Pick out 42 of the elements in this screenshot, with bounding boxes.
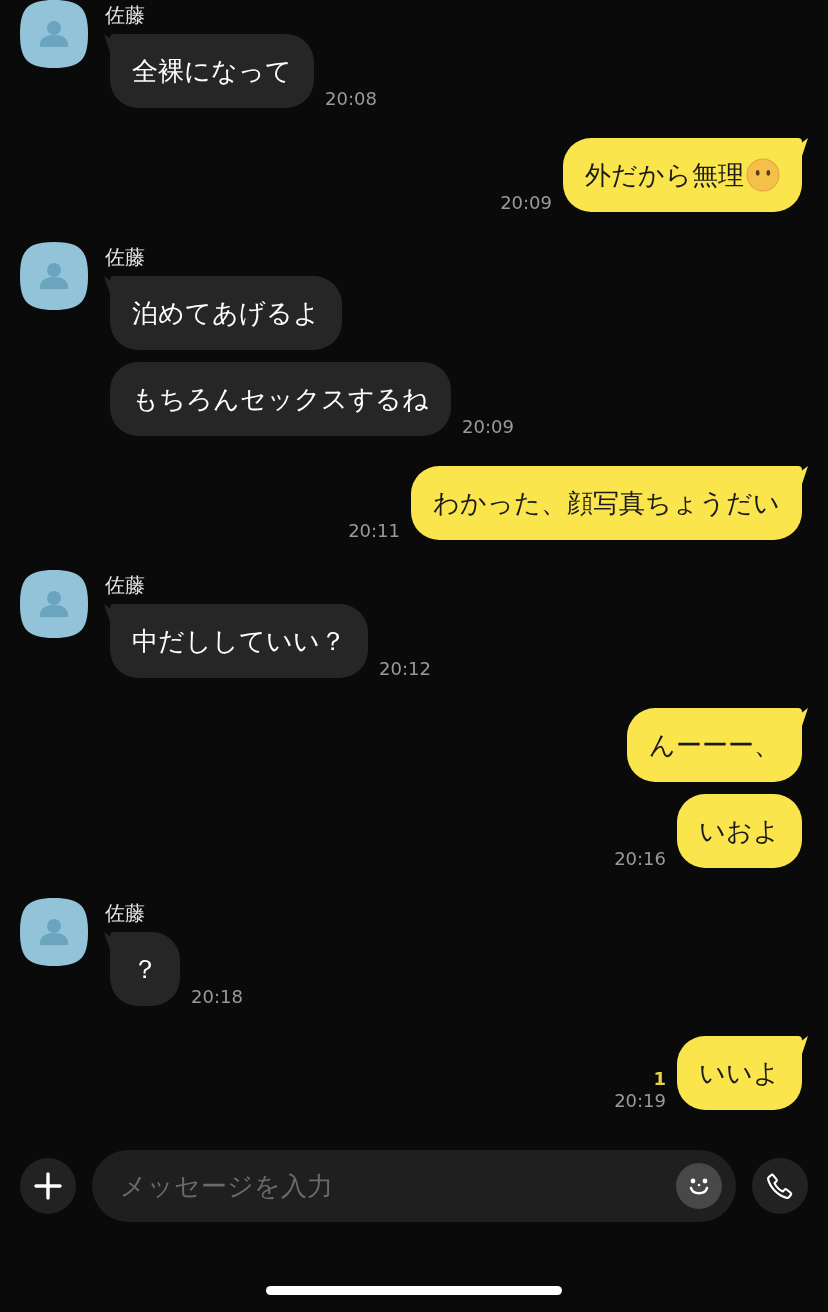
bubble-tail — [104, 34, 110, 52]
phone-icon — [765, 1171, 795, 1201]
sender-name: 佐藤 — [105, 244, 146, 270]
message-time: 20:16 — [614, 848, 666, 870]
message-bubble[interactable]: わかった、顔写真ちょうだい — [411, 466, 802, 540]
message-field[interactable]: メッセージを入力 — [92, 1150, 736, 1222]
avatar-icon[interactable] — [20, 898, 88, 966]
add-button[interactable] — [20, 1158, 76, 1214]
sender-name: 佐藤 — [105, 572, 146, 598]
avatar-icon[interactable] — [20, 0, 88, 68]
message-time: 20:09 — [462, 416, 514, 438]
message-bubble[interactable]: もちろんセックスするね — [110, 362, 451, 436]
plus-icon — [34, 1172, 62, 1200]
bubble-tail — [104, 276, 110, 294]
sender-name: 佐藤 — [105, 900, 146, 926]
message-time: 20:19 — [614, 1090, 666, 1112]
read-count: 1 — [653, 1068, 666, 1090]
message-time: 20:08 — [325, 88, 377, 110]
avatar-icon[interactable] — [20, 570, 88, 638]
avatar-icon[interactable] — [20, 242, 88, 310]
emoji-button[interactable] — [676, 1163, 722, 1209]
message-bubble[interactable]: んーーー、 — [627, 708, 802, 782]
phone-button[interactable] — [752, 1158, 808, 1214]
message-time: 20:18 — [191, 986, 243, 1008]
message-bubble[interactable]: ？ — [110, 932, 180, 1006]
message-bubble[interactable]: いいよ — [677, 1036, 802, 1110]
bubble-tail — [802, 138, 808, 156]
message-bubble[interactable]: 泊めてあげるよ — [110, 276, 342, 350]
message-bubble[interactable]: いおよ — [677, 794, 802, 868]
bubble-tail — [802, 1036, 808, 1054]
message-time: 20:11 — [348, 520, 400, 542]
message-bubble[interactable]: 外だから無理 — [563, 138, 802, 212]
bubble-tail — [802, 708, 808, 726]
bubble-tail — [104, 604, 110, 622]
bubble-tail — [802, 466, 808, 484]
message-time: 20:12 — [379, 658, 431, 680]
sender-name: 佐藤 — [105, 2, 146, 28]
bubble-tail — [104, 932, 110, 950]
message-time: 20:09 — [500, 192, 552, 214]
message-input-field[interactable]: メッセージを入力 — [118, 1170, 676, 1202]
message-bubble[interactable]: 全裸になって — [110, 34, 314, 108]
message-bubble[interactable]: 中だししていい？ — [110, 604, 368, 678]
